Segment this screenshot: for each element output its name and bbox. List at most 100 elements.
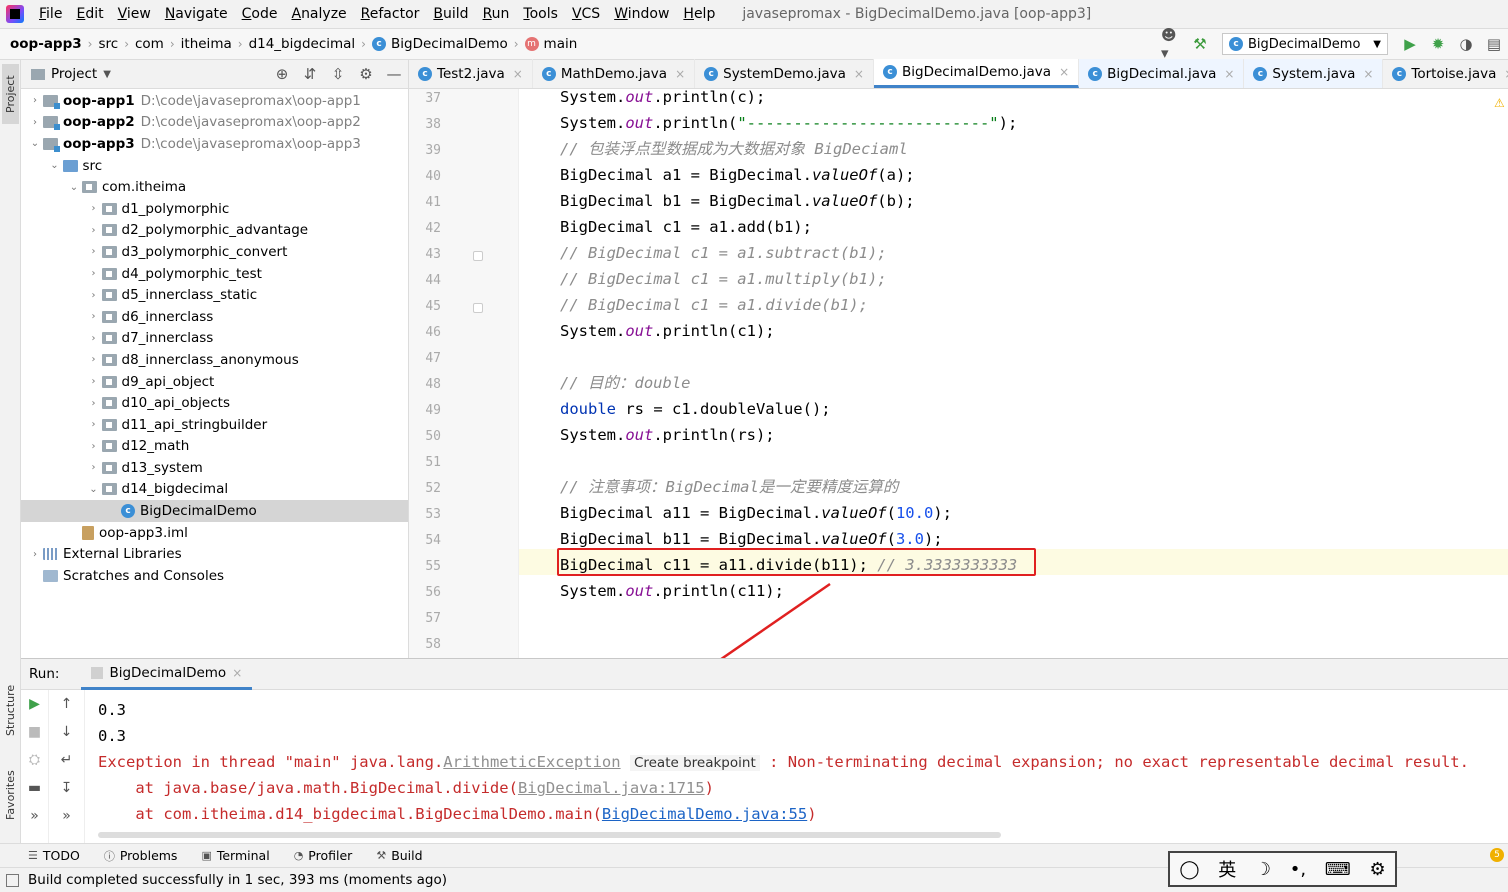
tree-item[interactable]: ⌄ src — [21, 155, 408, 177]
chevron-right-icon[interactable]: › — [86, 376, 102, 387]
soft-wrap-icon[interactable]: ↵ — [49, 746, 84, 774]
tree-item[interactable]: › d10_api_objects — [21, 392, 408, 414]
punctuation-icon[interactable]: •, — [1290, 859, 1306, 880]
warning-icon[interactable]: ⚠ — [1494, 96, 1505, 110]
keyboard-icon[interactable]: ⌨ — [1325, 859, 1351, 880]
bottom-tab-todo[interactable]: ☰ TODO — [28, 848, 80, 863]
breadcrumb-item[interactable]: m main — [521, 36, 582, 52]
tree-item[interactable]: ⌄ d14_bigdecimal — [21, 479, 408, 501]
tree-item[interactable]: ⌄ oop-app3 D:\code\javasepromax\oop-app3 — [21, 133, 408, 155]
editor-tab[interactable]: c Tortoise.java × — [1383, 59, 1508, 88]
bottom-tab-terminal[interactable]: ▣ Terminal — [201, 848, 269, 863]
expand-all-icon[interactable]: ⇵ — [296, 65, 324, 83]
collapse-all-icon[interactable]: ⇳ — [324, 65, 352, 83]
tree-item[interactable]: › d12_math — [21, 436, 408, 458]
tree-item[interactable]: › d8_innerclass_anonymous — [21, 349, 408, 371]
tree-item[interactable]: ⌄ com.itheima — [21, 176, 408, 198]
chevron-right-icon[interactable]: › — [86, 203, 102, 214]
profiler-icon[interactable]: ▤ — [1483, 33, 1505, 55]
tree-item[interactable]: › d4_polymorphic_test — [21, 263, 408, 285]
editor-tab[interactable]: c Test2.java × — [409, 59, 533, 88]
menu-item-navigate[interactable]: Navigate — [158, 6, 235, 22]
menu-item-window[interactable]: Window — [607, 6, 676, 22]
chevron-right-icon[interactable]: › — [86, 290, 102, 301]
menu-item-analyze[interactable]: Analyze — [284, 6, 353, 22]
tree-item[interactable]: › d5_innerclass_static — [21, 284, 408, 306]
chevron-right-icon[interactable]: › — [86, 354, 102, 365]
project-panel-title[interactable]: Project — [51, 66, 97, 82]
scroll-down-icon[interactable]: ↓ — [49, 718, 84, 746]
tree-item[interactable]: › d2_polymorphic_advantage — [21, 220, 408, 242]
close-icon[interactable]: × — [513, 67, 523, 81]
chevron-down-icon[interactable]: ⌄ — [47, 160, 63, 171]
chevron-right-icon[interactable]: › — [27, 549, 43, 560]
locate-icon[interactable]: ⊕ — [268, 65, 296, 83]
chevron-right-icon[interactable]: › — [27, 95, 43, 106]
gear-icon[interactable]: ⚙ — [352, 65, 380, 83]
editor-tab[interactable]: c BigDecimal.java × — [1079, 59, 1245, 88]
breadcrumb-item[interactable]: d14_bigdecimal — [245, 36, 360, 52]
tree-item[interactable]: › d1_polymorphic — [21, 198, 408, 220]
gear-icon[interactable]: ⚙ — [1369, 859, 1385, 880]
close-icon[interactable]: × — [675, 67, 685, 81]
create-breakpoint-tooltip[interactable]: Create breakpoint — [629, 755, 760, 771]
menu-item-run[interactable]: Run — [476, 6, 517, 22]
restore-layout-icon[interactable]: ⛭ — [21, 746, 48, 774]
menu-item-build[interactable]: Build — [426, 6, 475, 22]
chevron-right-icon[interactable]: › — [86, 311, 102, 322]
chevron-down-icon[interactable]: ⌄ — [86, 484, 102, 495]
breadcrumb-item[interactable]: oop-app3 — [6, 36, 86, 52]
tree-item[interactable]: › d9_api_object — [21, 371, 408, 393]
tree-item[interactable]: › External Libraries — [21, 543, 408, 565]
hide-icon[interactable]: — — [380, 65, 408, 83]
bottom-tab-profiler[interactable]: ◔ Profiler — [294, 848, 353, 863]
chevron-right-icon[interactable]: › — [27, 117, 43, 128]
chevron-right-icon[interactable]: › — [86, 246, 102, 257]
menu-item-help[interactable]: Help — [676, 6, 722, 22]
trace-link[interactable]: BigDecimalDemo.java:55 — [602, 805, 807, 823]
menu-item-view[interactable]: View — [111, 6, 158, 22]
scroll-to-end-icon[interactable]: ↧ — [49, 774, 84, 802]
user-icon[interactable]: ☻▾ — [1161, 26, 1183, 62]
tree-item[interactable]: › oop-app2 D:\code\javasepromax\oop-app2 — [21, 112, 408, 134]
fold-marker-icon[interactable] — [473, 303, 483, 313]
console-output[interactable]: 0.3 0.3 Exception in thread "main" java.… — [98, 697, 1498, 827]
breadcrumb-item[interactable]: src — [94, 36, 122, 52]
tree-item[interactable]: › d6_innerclass — [21, 306, 408, 328]
exception-class-link[interactable]: ArithmeticException — [443, 753, 620, 771]
tree-item[interactable]: › d11_api_stringbuilder — [21, 414, 408, 436]
favorites-tool-tab[interactable]: Favorites — [2, 760, 19, 830]
chevron-right-icon[interactable]: › — [86, 441, 102, 452]
chevron-right-icon[interactable]: › — [86, 225, 102, 236]
horizontal-scrollbar[interactable] — [98, 832, 1001, 838]
project-tool-tab[interactable]: Project — [2, 64, 19, 124]
tree-item[interactable]: c BigDecimalDemo — [21, 500, 408, 522]
tree-item[interactable]: Scratches and Consoles — [21, 565, 408, 587]
tree-item[interactable]: › d13_system — [21, 457, 408, 479]
more-icon[interactable]: » — [21, 802, 48, 830]
menu-item-tools[interactable]: Tools — [516, 6, 565, 22]
layout-icon[interactable]: ▬ — [21, 774, 48, 802]
chevron-right-icon[interactable]: › — [86, 333, 102, 344]
structure-tool-tab[interactable]: Structure — [2, 670, 19, 750]
fold-marker-icon[interactable] — [473, 251, 483, 261]
chevron-right-icon[interactable]: › — [86, 419, 102, 430]
scroll-up-icon[interactable]: ↑ — [49, 690, 84, 718]
editor-tab[interactable]: c SystemDemo.java × — [695, 59, 874, 88]
tree-item[interactable]: › d7_innerclass — [21, 328, 408, 350]
breadcrumb-item[interactable]: c BigDecimalDemo — [368, 36, 512, 52]
close-icon[interactable]: × — [1363, 67, 1373, 81]
event-log-icon[interactable]: 5 — [1490, 848, 1504, 862]
ime-logo-icon[interactable]: ◯ — [1179, 859, 1199, 880]
run-config-select[interactable]: c BigDecimalDemo ▼ — [1222, 33, 1388, 55]
tree-item[interactable]: › oop-app1 D:\code\javasepromax\oop-app1 — [21, 90, 408, 112]
editor-tab[interactable]: c System.java × — [1244, 59, 1384, 88]
breadcrumb-item[interactable]: com — [131, 36, 168, 52]
chevron-right-icon[interactable]: › — [86, 268, 102, 279]
chevron-right-icon[interactable]: › — [86, 462, 102, 473]
run-icon[interactable]: ▶ — [1399, 33, 1421, 55]
breadcrumb-item[interactable]: itheima — [177, 36, 236, 52]
trace-link[interactable]: BigDecimal.java:1715 — [518, 779, 705, 797]
debug-icon[interactable]: ✹ — [1427, 33, 1449, 55]
moon-icon[interactable]: ☽ — [1255, 859, 1271, 880]
